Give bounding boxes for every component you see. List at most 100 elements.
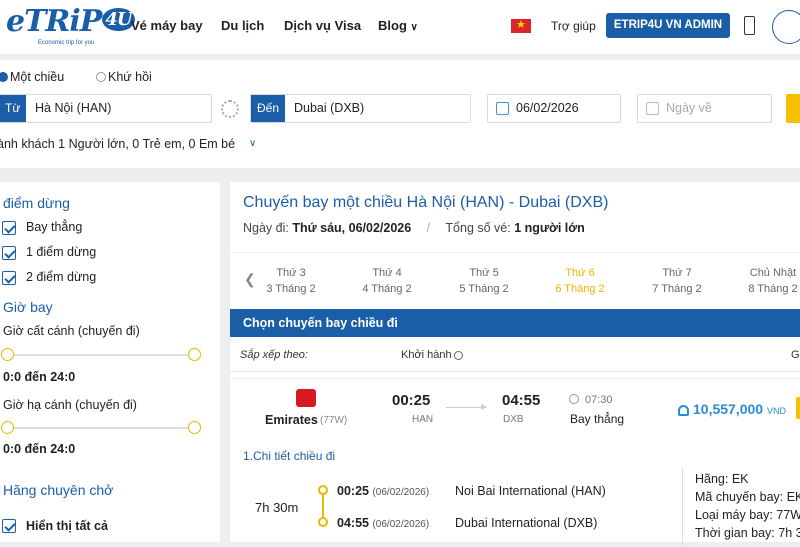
depart-date-field[interactable]: 06/02/2026 xyxy=(487,94,621,123)
results-panel: Chuyến bay một chiều Hà Nội (HAN) - Duba… xyxy=(230,182,800,547)
takeoff-slider[interactable] xyxy=(1,348,201,361)
site-logo[interactable]: eTRiP 4U Economic trip for you xyxy=(0,2,135,52)
user-icon xyxy=(678,404,689,416)
day-tab[interactable]: Thứ 3 3 Tháng 2 xyxy=(251,265,331,297)
day-tab-dow: Thứ 5 xyxy=(469,267,499,279)
total-duration: 7h 30m xyxy=(255,500,299,515)
detail-title: 1.Chi tiết chiều đi xyxy=(243,449,336,463)
nav-blog[interactable]: Blog ∨ xyxy=(378,18,418,33)
radio-round-trip-label: Khứ hồi xyxy=(108,70,152,84)
stops-filter-title: điểm dừng xyxy=(3,195,70,211)
to-field[interactable]: Đến Dubai (DXB) xyxy=(250,94,471,123)
arrival-code: DXB xyxy=(503,414,524,425)
detail-departure-time: 00:25 (06/02/2026) xyxy=(337,484,429,498)
calendar-icon xyxy=(646,102,659,115)
phone-icon[interactable] xyxy=(744,16,755,35)
takeoff-label: Giờ cất cánh (chuyến đi) xyxy=(3,324,140,338)
help-link[interactable]: Trợ giúp xyxy=(551,19,596,33)
tickets-label: Tổng số vé: xyxy=(445,221,511,235)
checkbox-one-stop[interactable] xyxy=(2,246,16,260)
nav-flights[interactable]: Vé máy bay xyxy=(131,18,203,33)
landing-slider-max-handle[interactable] xyxy=(188,421,201,434)
sort-by-price[interactable]: Gi xyxy=(791,349,800,361)
logo-slogan: Economic trip for you xyxy=(38,40,95,46)
checkbox-all-airlines[interactable] xyxy=(2,519,16,533)
flight-price: 10,557,000 VND xyxy=(678,401,786,417)
divider xyxy=(682,467,683,547)
search-button[interactable] xyxy=(786,94,800,123)
nav-travel[interactable]: Du lịch xyxy=(221,18,264,33)
day-tab-dow: Thứ 4 xyxy=(372,267,402,279)
info-duration: Thời gian bay: 7h 3 xyxy=(695,526,800,540)
stop-count: Bay thẳng xyxy=(570,412,625,426)
outbound-section-bar: Chọn chuyến bay chiều đi xyxy=(230,309,800,337)
day-tab[interactable]: Thứ 4 4 Tháng 2 xyxy=(347,265,427,297)
select-flight-button[interactable] xyxy=(796,397,800,419)
arrival-airport: Dubai International (DXB) xyxy=(455,516,598,530)
arrow-right-icon xyxy=(446,404,487,410)
day-tab-date: 5 Tháng 2 xyxy=(459,283,509,295)
day-tab-dow: Thứ 7 xyxy=(662,267,692,279)
day-tab[interactable]: Thứ 5 5 Tháng 2 xyxy=(444,265,524,297)
day-tab-selected[interactable]: Thứ 6 6 Tháng 2 xyxy=(540,265,620,297)
departure-airport: Noi Bai International (HAN) xyxy=(455,484,606,498)
admin-account-button[interactable]: ETRIP4U VN ADMIN xyxy=(606,13,730,38)
checkbox-nonstop[interactable] xyxy=(2,221,16,235)
return-date-placeholder: Ngày về xyxy=(666,101,712,115)
from-tag: Từ xyxy=(0,95,27,122)
aircraft-type: (77W) xyxy=(320,415,348,426)
day-tab-dow: Thứ 6 xyxy=(565,267,595,279)
swap-icon[interactable] xyxy=(221,100,239,118)
landing-slider[interactable] xyxy=(1,421,201,434)
clock-icon xyxy=(569,394,579,404)
vietnam-flag-icon[interactable]: ★ xyxy=(511,19,531,33)
calendar-icon xyxy=(496,102,509,115)
checkbox-one-stop-label: 1 điểm dừng xyxy=(26,245,97,259)
search-icon[interactable] xyxy=(772,10,800,44)
checkbox-all-airlines-label: Hiển thị tất cả xyxy=(26,519,108,533)
date-selector: ❮ Thứ 33 Tháng 2 Thứ 44 Tháng 2 Thứ 55 T… xyxy=(230,252,800,308)
to-value: Dubai (DXB) xyxy=(294,101,365,115)
nav-visa[interactable]: Dịch vụ Visa xyxy=(284,18,361,33)
landing-slider-min-handle[interactable] xyxy=(1,421,14,434)
detail-arrival-time: 04:55 (06/02/2026) xyxy=(337,516,429,530)
radio-one-way-label: Một chiều xyxy=(10,70,65,84)
to-tag: Đến xyxy=(251,95,286,122)
filter-sidebar: điểm dừng Bay thẳng 1 điểm dừng 2 điểm d… xyxy=(0,182,220,542)
from-field[interactable]: Từ Hà Nội (HAN) xyxy=(0,94,212,123)
radio-round-trip[interactable]: Khứ hồi xyxy=(96,70,152,84)
arrival-time: 04:55 xyxy=(502,392,541,409)
sort-label: Sắp xếp theo: xyxy=(240,349,308,361)
checkbox-two-stops[interactable] xyxy=(2,271,16,285)
logo-wordmark: eTRiP 4U xyxy=(6,4,135,39)
emirates-logo-icon xyxy=(296,389,316,407)
passenger-selector[interactable]: ành khách 1 Người lớn, 0 Trẻ em, 0 Em bé xyxy=(0,137,235,151)
sort-by-departure[interactable]: Khởi hành xyxy=(401,349,463,361)
date-value: Thứ sáu, 06/02/2026 xyxy=(292,221,412,235)
passenger-value: 1 Người lớn, 0 Trẻ em, 0 Em bé xyxy=(58,137,236,151)
landing-range: 0:0 đến 24:0 xyxy=(3,442,76,456)
return-date-field[interactable]: Ngày về xyxy=(637,94,772,123)
departure-code: HAN xyxy=(412,414,434,425)
radio-icon xyxy=(453,350,463,360)
day-tab-date: 8 Tháng 2 xyxy=(748,283,798,295)
timeline-end-dot xyxy=(318,517,328,527)
tickets-value: 1 người lớn xyxy=(514,221,585,235)
takeoff-slider-min-handle[interactable] xyxy=(1,348,14,361)
detail-dep-date: (06/02/2026) xyxy=(372,487,430,498)
checkbox-two-stops-label: 2 điểm dừng xyxy=(26,270,97,284)
day-tab-dow: Thứ 3 xyxy=(276,267,306,279)
day-tab-date: 6 Tháng 2 xyxy=(555,283,605,295)
takeoff-slider-max-handle[interactable] xyxy=(188,348,201,361)
takeoff-range: 0:0 đến 24:0 xyxy=(3,370,76,384)
chevron-down-icon[interactable]: ∨ xyxy=(249,138,256,149)
radio-one-way[interactable]: Một chiều xyxy=(0,70,65,84)
info-airline: Hãng: EK xyxy=(695,472,749,486)
sort-bar: Sắp xếp theo: Khởi hành Gi xyxy=(230,338,800,372)
departure-time: 00:25 xyxy=(392,392,431,409)
flight-row[interactable]: Emirates (77W) 00:25 HAN 04:55 DXB 07:30… xyxy=(230,378,800,438)
passenger-label: ành khách xyxy=(0,137,55,151)
day-tab-date: 3 Tháng 2 xyxy=(266,283,316,295)
day-tab[interactable]: Thứ 7 7 Tháng 2 xyxy=(637,265,717,297)
day-tab[interactable]: Chủ Nhật 8 Tháng 2 xyxy=(733,265,800,297)
